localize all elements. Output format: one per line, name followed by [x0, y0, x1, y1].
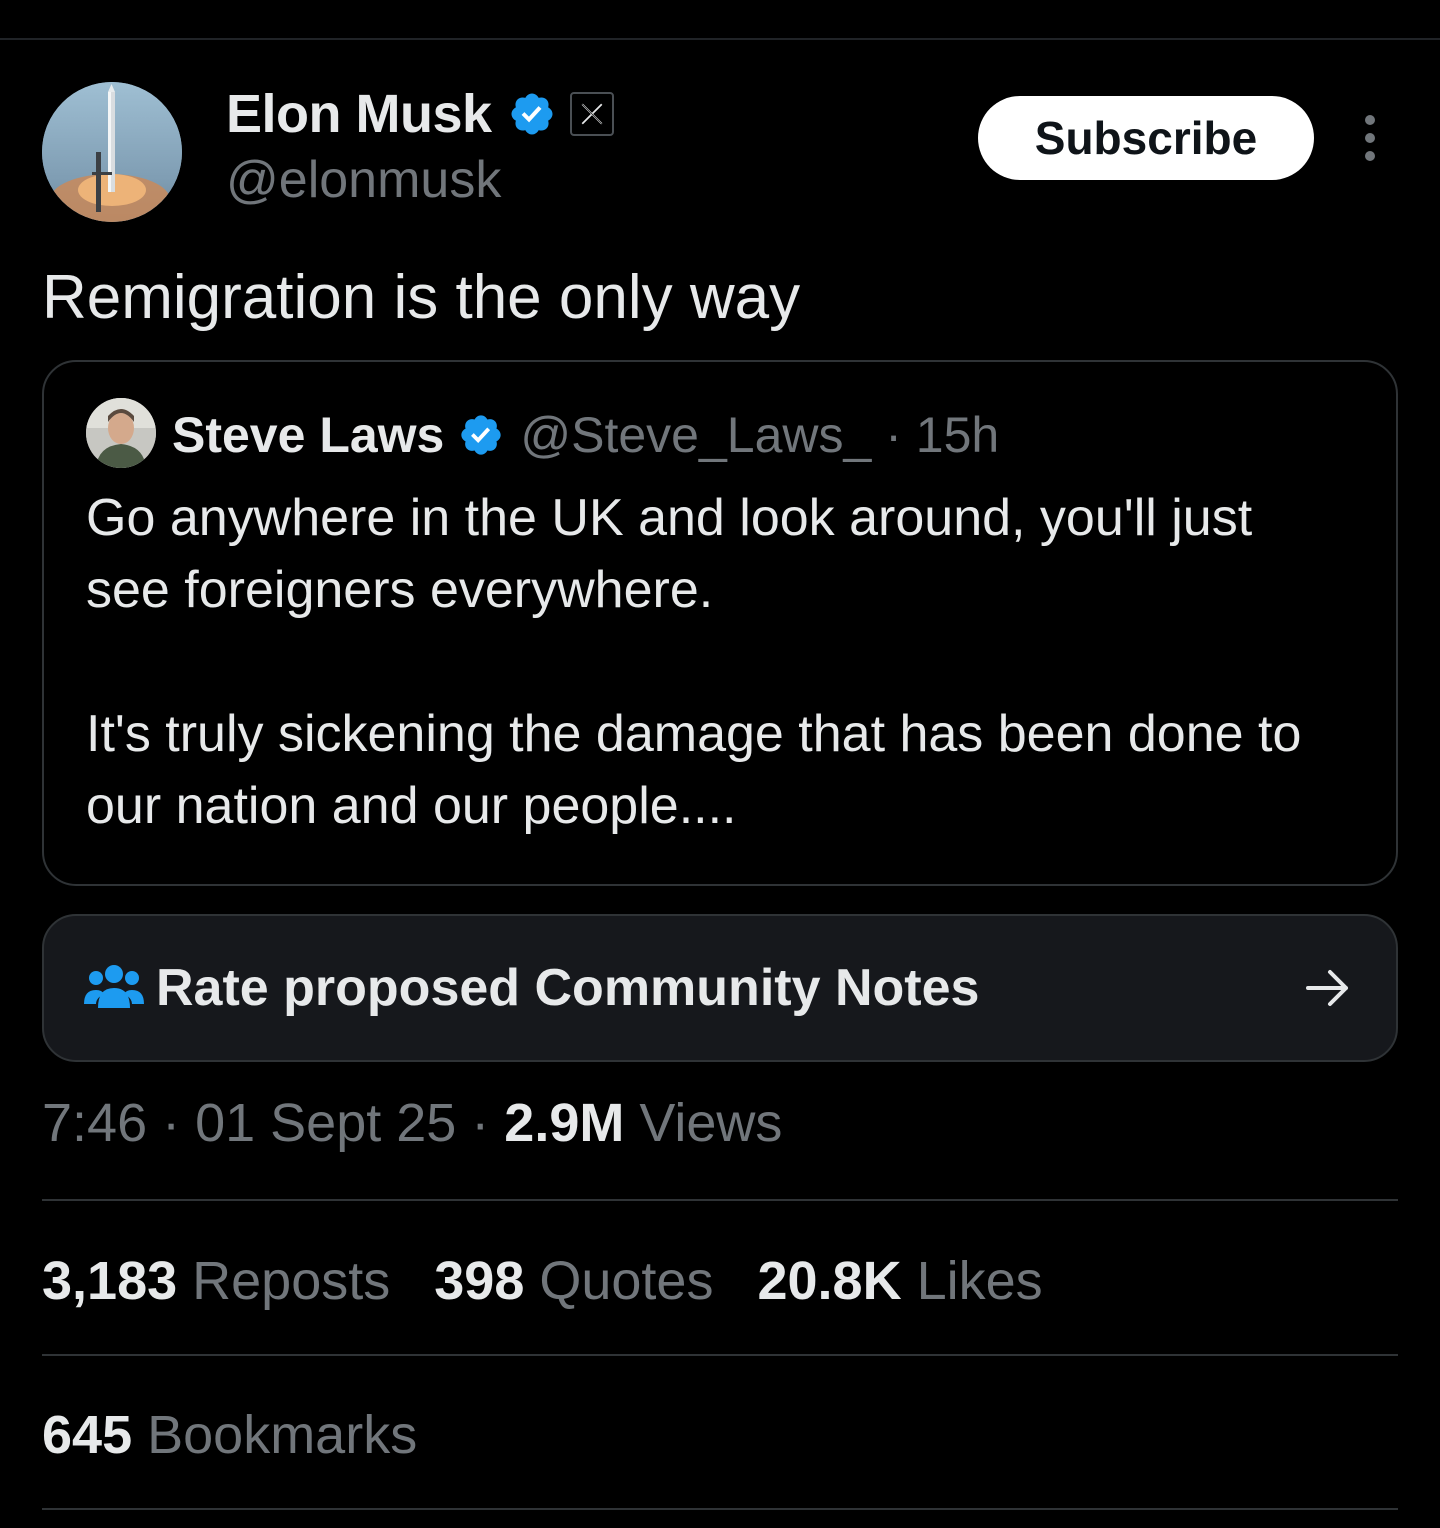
bookmarks-stat: 645 Bookmarks	[42, 1404, 417, 1466]
tweet-time-date[interactable]: 7:46 · 01 Sept 25 ·	[42, 1093, 504, 1153]
bookmarks-label: Bookmarks	[132, 1405, 418, 1465]
top-divider	[0, 38, 1440, 40]
author-handle[interactable]: @elonmusk	[226, 150, 501, 210]
x-logo-icon[interactable]	[569, 92, 614, 136]
reposts-label: Reposts	[177, 1251, 391, 1311]
quotes-count: 398	[434, 1251, 525, 1311]
bookmarks-count: 645	[42, 1405, 133, 1465]
community-notes-button[interactable]: Rate proposed Community Notes	[42, 914, 1398, 1062]
author-name-row: Elon Musk	[226, 84, 614, 144]
engagement-stats: 3,183 Reposts 398 Quotes 20.8K Likes	[42, 1250, 1087, 1312]
reposts-count: 3,183	[42, 1251, 178, 1311]
quotes-label: Quotes	[524, 1251, 714, 1311]
x-logo-glyph	[581, 103, 602, 125]
more-vertical-icon[interactable]	[1356, 114, 1384, 162]
views-label: Views	[624, 1093, 783, 1153]
quoted-tweet-text: Go anywhere in the UK and look around, y…	[86, 482, 1346, 842]
tweet-text: Remigration is the only way	[42, 263, 801, 332]
divider	[42, 1199, 1398, 1201]
divider	[42, 1508, 1398, 1510]
arrow-right-icon	[1306, 970, 1348, 1006]
quoted-handle-time[interactable]: @Steve_Laws_ · 15h	[520, 406, 999, 464]
reposts-stat[interactable]: 3,183 Reposts	[42, 1250, 390, 1312]
divider	[42, 1354, 1398, 1356]
likes-label: Likes	[901, 1251, 1043, 1311]
author-display-name[interactable]: Elon Musk	[226, 83, 492, 145]
tweet-meta: 7:46 · 01 Sept 25 · 2.9M Views	[42, 1092, 782, 1154]
quoted-author-avatar[interactable]	[86, 398, 156, 468]
likes-stat[interactable]: 20.8K Likes	[757, 1250, 1042, 1312]
rocket-launch-avatar-icon	[42, 82, 182, 222]
author-avatar[interactable]	[42, 82, 182, 222]
quotes-stat[interactable]: 398 Quotes	[434, 1250, 713, 1312]
quoted-paragraph: It's truly sickening the damage that has…	[86, 705, 1302, 835]
community-notes-label: Rate proposed Community Notes	[156, 959, 980, 1017]
likes-count: 20.8K	[757, 1251, 902, 1311]
people-group-icon	[84, 965, 144, 1008]
verified-badge-icon[interactable]	[508, 90, 556, 138]
profile-photo-avatar-icon	[86, 398, 156, 468]
quoted-tweet-header: Steve Laws @Steve_Laws_ · 15h	[172, 400, 999, 470]
quoted-author-name[interactable]: Steve Laws	[172, 406, 444, 464]
verified-badge-icon[interactable]	[458, 412, 504, 458]
subscribe-button[interactable]: Subscribe	[978, 96, 1314, 180]
views-count: 2.9M	[504, 1093, 625, 1153]
quoted-tweet-card[interactable]: Steve Laws @Steve_Laws_ · 15h Go anywher…	[42, 360, 1398, 886]
quoted-paragraph: Go anywhere in the UK and look around, y…	[86, 489, 1253, 619]
